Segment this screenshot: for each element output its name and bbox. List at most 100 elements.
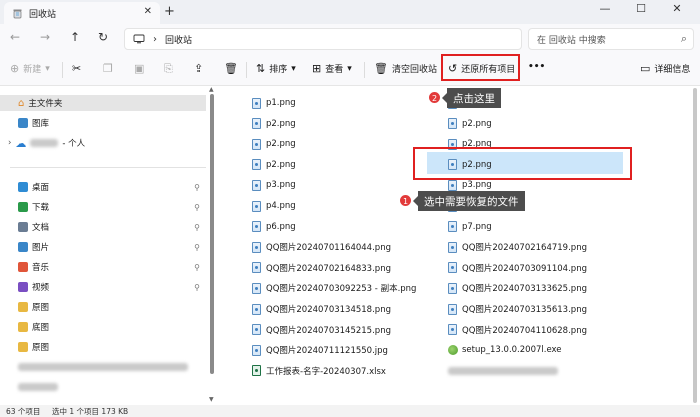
sidebar-item-gallery[interactable]: 图库 <box>18 115 49 131</box>
file-item[interactable]: setup_13.0.0.2007l.exe <box>448 342 562 358</box>
sidebar-item-1[interactable]: 下载 ⚲ <box>18 199 204 215</box>
scroll-down-icon[interactable]: ▼ <box>209 396 214 403</box>
delete-icon[interactable]: 🗑 <box>224 62 238 75</box>
file-item[interactable]: QQ图片20240703134518.png <box>252 301 391 317</box>
sidebar-item-label: - 个人 <box>62 139 86 149</box>
file-item[interactable]: QQ图片20240701164044.png <box>252 239 391 255</box>
content-scrollbar[interactable] <box>692 88 698 403</box>
tab-recycle-bin[interactable]: 回收站 ✕ <box>4 2 160 24</box>
close-button[interactable]: ✕ <box>662 2 692 15</box>
sort-button[interactable]: ⇅ 排序 ▾ <box>256 62 296 75</box>
address-bar[interactable]: › 回收站 <box>124 28 522 50</box>
new-tab-button[interactable]: + <box>164 4 175 19</box>
file-name: QQ图片20240703133625.png <box>462 284 587 295</box>
more-options-button[interactable]: ••• <box>528 62 545 72</box>
file-item[interactable]: QQ图片20240702164719.png <box>448 239 587 255</box>
selected-file-highlight-box <box>413 147 632 180</box>
new-button[interactable]: ⊕ 新建 ▾ <box>10 62 50 75</box>
minimize-button[interactable]: — <box>590 2 620 15</box>
file-name: QQ图片20240702164833.png <box>266 263 391 274</box>
view-button[interactable]: ⊞ 查看 ▾ <box>312 62 352 75</box>
sidebar-item-8[interactable]: 原图 <box>18 339 204 355</box>
cut-icon[interactable]: ✂ <box>72 62 81 75</box>
selection-info: 选中 1 个项目 173 KB <box>52 407 129 416</box>
chevron-down-icon: ▾ <box>291 63 296 74</box>
sidebar-item-label: 图片 <box>32 243 50 253</box>
share-icon[interactable]: ⇪ <box>194 62 203 75</box>
folder-icon <box>18 342 28 352</box>
image-file-icon <box>252 118 261 130</box>
up-button[interactable]: ↑ <box>70 30 80 44</box>
tab-close-icon[interactable]: ✕ <box>144 6 152 17</box>
file-item[interactable]: QQ图片20240703133625.png <box>448 280 587 296</box>
sidebar-item-5[interactable]: 视频 ⚲ <box>18 279 204 295</box>
file-item-redacted[interactable] <box>448 363 558 379</box>
title-bar: 回收站 ✕ + — ☐ ✕ <box>0 0 700 24</box>
scrollbar-thumb[interactable] <box>693 88 697 403</box>
file-name: setup_13.0.0.2007l.exe <box>462 345 562 356</box>
address-row: ← → ↑ ↻ › 回收站 在 回收站 中搜索 ⌕ <box>0 24 700 54</box>
maximize-button[interactable]: ☐ <box>626 2 656 15</box>
file-name: p6.png <box>266 221 296 232</box>
sidebar-item-6[interactable]: 原图 <box>18 299 204 315</box>
sidebar-item-redacted[interactable] <box>18 359 188 375</box>
empty-recycle-bin-button[interactable]: 🗑 清空回收站 <box>374 62 437 75</box>
sidebar-item-3[interactable]: 图片 ⚲ <box>18 239 204 255</box>
copy-icon[interactable]: ❐ <box>103 62 113 75</box>
sidebar-item-onedrive[interactable]: › ☁ - 个人 <box>8 135 85 151</box>
file-item[interactable]: QQ图片20240711121550.jpg <box>252 342 388 358</box>
forward-button[interactable]: → <box>40 30 50 44</box>
sidebar-item-0[interactable]: 桌面 ⚲ <box>18 179 204 195</box>
sort-label: 排序 <box>269 65 288 75</box>
file-item[interactable]: QQ图片20240703092253 - 副本.png <box>252 280 416 296</box>
sidebar-item-4[interactable]: 音乐 ⚲ <box>18 259 204 275</box>
sort-icon: ⇅ <box>256 62 266 75</box>
refresh-button[interactable]: ↻ <box>98 30 108 44</box>
sidebar-item-label: 视频 <box>32 283 50 293</box>
blurred-label <box>18 363 188 371</box>
image-file-icon <box>252 221 261 233</box>
file-item[interactable]: QQ图片20240704110628.png <box>448 322 587 338</box>
sidebar-item-home[interactable]: ⌂ 主文件夹 <box>0 95 206 111</box>
image-file-icon <box>448 241 457 253</box>
file-item[interactable]: p2.png <box>252 157 296 173</box>
search-placeholder: 在 回收站 中搜索 <box>537 35 606 46</box>
file-item[interactable]: p2.png <box>252 136 296 152</box>
scroll-up-icon[interactable]: ▲ <box>209 86 214 93</box>
file-item[interactable]: QQ图片20240703145215.png <box>252 322 391 338</box>
back-button[interactable]: ← <box>10 30 20 44</box>
details-button[interactable]: ▭ 详细信息 <box>640 62 690 75</box>
file-name: p2.png <box>462 118 492 129</box>
file-item[interactable]: QQ图片20240703135613.png <box>448 301 587 317</box>
file-name: p3.png <box>266 180 296 191</box>
file-name: QQ图片20240702164719.png <box>462 243 587 254</box>
scrollbar-thumb[interactable] <box>210 94 214 374</box>
breadcrumb-location[interactable]: 回收站 <box>165 33 192 46</box>
sidebar-item-redacted[interactable] <box>18 379 58 395</box>
file-item[interactable]: p3.png <box>252 177 296 193</box>
sidebar-item-7[interactable]: 底图 <box>18 319 204 335</box>
excel-file-icon <box>252 365 261 377</box>
file-item[interactable]: p1.png <box>252 95 296 111</box>
file-item[interactable]: p6.png <box>252 219 296 235</box>
sidebar-item-2[interactable]: 文档 ⚲ <box>18 219 204 235</box>
pin-icon: ⚲ <box>194 182 200 192</box>
file-item[interactable]: 工作报表-名字-20240307.xlsx <box>252 363 386 379</box>
paste-icon[interactable]: ▣ <box>134 62 144 75</box>
file-item[interactable]: p2.png <box>252 116 296 132</box>
file-item[interactable]: p2.png <box>448 116 492 132</box>
rename-icon[interactable]: ⎘ <box>164 62 173 76</box>
onedrive-icon: ☁ <box>15 136 27 150</box>
chevron-right-icon: › <box>8 138 12 148</box>
details-pane-icon: ▭ <box>640 62 651 75</box>
details-label: 详细信息 <box>654 65 691 75</box>
file-item[interactable]: p7.png <box>448 219 492 235</box>
search-input[interactable]: 在 回收站 中搜索 ⌕ <box>528 28 694 50</box>
item-count: 63 个项目 <box>6 407 41 416</box>
file-item[interactable]: QQ图片20240703091104.png <box>448 260 587 276</box>
file-item[interactable]: QQ图片20240702164833.png <box>252 260 391 276</box>
file-item[interactable]: p4.png <box>252 198 296 214</box>
sidebar-scrollbar[interactable]: ▲ ▼ <box>209 86 215 403</box>
pin-icon: ⚲ <box>194 282 200 292</box>
file-name: p3.png <box>462 180 492 191</box>
